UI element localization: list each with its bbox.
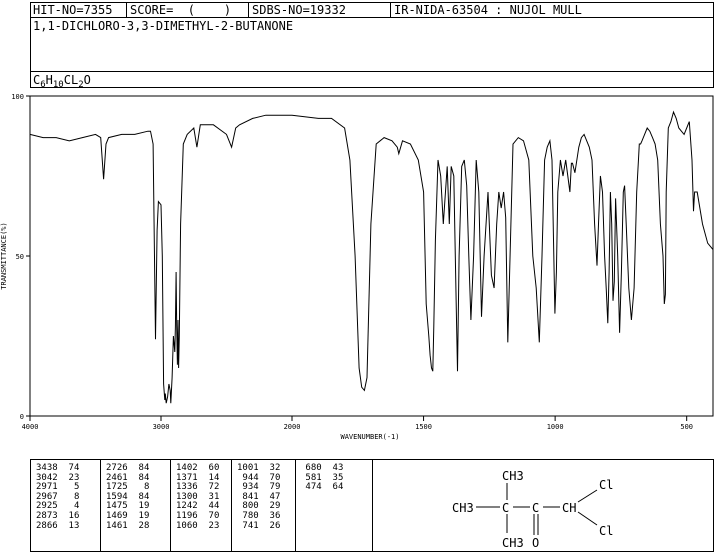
peak-transmittance: 70 (258, 472, 281, 483)
x-tick-label: 2000 (284, 423, 301, 431)
peak-transmittance: 19 (127, 510, 150, 521)
peak-transmittance: 47 (258, 491, 281, 502)
peak-transmittance: 43 (321, 463, 344, 473)
x-tick-label: 4000 (22, 423, 39, 431)
peak-transmittance: 64 (321, 482, 344, 493)
peak-column: 680 43 581 35 474 64 (300, 463, 344, 493)
peak-transmittance: 14 (197, 472, 220, 483)
peak-transmittance: 13 (57, 520, 80, 531)
peak-wavenumber: 2967 (36, 491, 58, 502)
peak-row: 1060 23 (176, 520, 220, 532)
peak-wavenumber: 680 (300, 463, 322, 473)
peak-transmittance: 8 (127, 482, 150, 493)
peak-column-divider (231, 459, 232, 552)
x-tick-label: 3000 (153, 423, 170, 431)
ir-spectrum-chart: 0 50 100 4000 3000 2000 1500 1000 500 WAVENUMBE… (0, 93, 714, 441)
peak-wavenumber: 841 (237, 491, 259, 502)
peak-wavenumber: 3042 (36, 472, 58, 483)
peak-wavenumber: 2461 (106, 472, 128, 483)
x-tick-label: 500 (680, 423, 693, 431)
x-tick-label: 1500 (415, 423, 432, 431)
peak-transmittance: 19 (127, 501, 150, 512)
peak-wavenumber: 3438 (36, 463, 58, 473)
peak-transmittance: 44 (197, 501, 220, 512)
peak-transmittance: 26 (258, 520, 281, 531)
peak-column-divider (295, 459, 296, 552)
peak-wavenumber: 1475 (106, 501, 128, 512)
peak-transmittance: 28 (127, 520, 150, 531)
peak-wavenumber: 2866 (36, 520, 58, 531)
peak-wavenumber: 1461 (106, 520, 128, 531)
peak-row: 741 26 (237, 520, 281, 532)
peak-wavenumber: 581 (300, 472, 322, 483)
peak-wavenumber: 1060 (176, 520, 198, 531)
peak-transmittance: 29 (258, 501, 281, 512)
plot-frame (29, 95, 714, 417)
peak-wavenumber: 944 (237, 472, 259, 483)
peak-transmittance: 70 (197, 510, 220, 521)
peak-wavenumber: 1402 (176, 463, 198, 473)
peak-transmittance: 60 (197, 463, 220, 473)
peak-wavenumber: 741 (237, 520, 259, 531)
peak-transmittance: 5 (57, 482, 80, 493)
peak-transmittance: 31 (197, 491, 220, 502)
peak-column-divider (170, 459, 171, 552)
peak-column: 3438 74 3042 23 2971 5 2967 8 2925 4 2873 16 2… (36, 463, 80, 532)
peak-transmittance: 23 (197, 520, 220, 531)
peak-table: 3438 74 3042 23 2971 5 2967 8 2925 4 2873 16 2… (30, 459, 373, 552)
peak-transmittance: 23 (57, 472, 80, 483)
peak-wavenumber: 2971 (36, 482, 58, 493)
peak-wavenumber: 1336 (176, 482, 198, 493)
peak-transmittance: 4 (57, 501, 80, 512)
spectrum-trace (29, 110, 714, 404)
peak-transmittance: 35 (321, 472, 344, 483)
peak-wavenumber: 1594 (106, 491, 128, 502)
peak-transmittance: 79 (258, 482, 281, 493)
peak-column: 1402 60 1371 14 1336 72 1300 31 1242 44 1196 … (176, 463, 220, 532)
peak-transmittance: 36 (258, 510, 281, 521)
peak-wavenumber: 780 (237, 510, 259, 521)
peak-wavenumber: 934 (237, 482, 259, 493)
peak-column-divider (100, 459, 101, 552)
peak-wavenumber: 800 (237, 501, 259, 512)
peak-transmittance: 16 (57, 510, 80, 521)
y-tick-label: 100 (11, 93, 24, 101)
peak-wavenumber: 1196 (176, 510, 198, 521)
y-axis-ticks: 0 50 100 (11, 93, 30, 421)
peak-row: 1461 28 (106, 520, 150, 532)
y-tick-label: 0 (20, 413, 24, 421)
peak-transmittance: 84 (127, 491, 150, 502)
peak-wavenumber: 2726 (106, 463, 128, 473)
peak-transmittance: 84 (127, 463, 150, 473)
peak-wavenumber: 1469 (106, 510, 128, 521)
peak-wavenumber: 1001 (237, 463, 259, 473)
peak-column: 1001 32 944 70 934 79 841 47 800 29 780 … (237, 463, 281, 532)
x-axis-ticks: 4000 3000 2000 1500 1000 500 (22, 416, 693, 431)
peak-wavenumber: 1371 (176, 472, 198, 483)
peak-transmittance: 84 (127, 472, 150, 483)
peak-row: 474 64 (300, 482, 344, 493)
peak-wavenumber: 2925 (36, 501, 58, 512)
peak-transmittance: 8 (57, 491, 80, 502)
peak-wavenumber: 1242 (176, 501, 198, 512)
x-tick-label: 1000 (547, 423, 564, 431)
peak-transmittance: 74 (57, 463, 80, 473)
peak-column: 2726 84 2461 84 1725 8 1594 84 1475 19 1469 1… (106, 463, 150, 532)
peak-wavenumber: 474 (300, 482, 322, 493)
peak-transmittance: 32 (258, 463, 281, 473)
y-tick-label: 50 (16, 253, 24, 261)
y-axis-label: TRANSMITTANCE(%) (0, 222, 8, 289)
x-axis-label: WAVENUMBER(-1) (340, 433, 399, 441)
peak-wavenumber: 2873 (36, 510, 58, 521)
peak-wavenumber: 1725 (106, 482, 128, 493)
peak-wavenumber: 1300 (176, 491, 198, 502)
peak-transmittance: 72 (197, 482, 220, 493)
peak-row: 2866 13 (36, 520, 80, 532)
